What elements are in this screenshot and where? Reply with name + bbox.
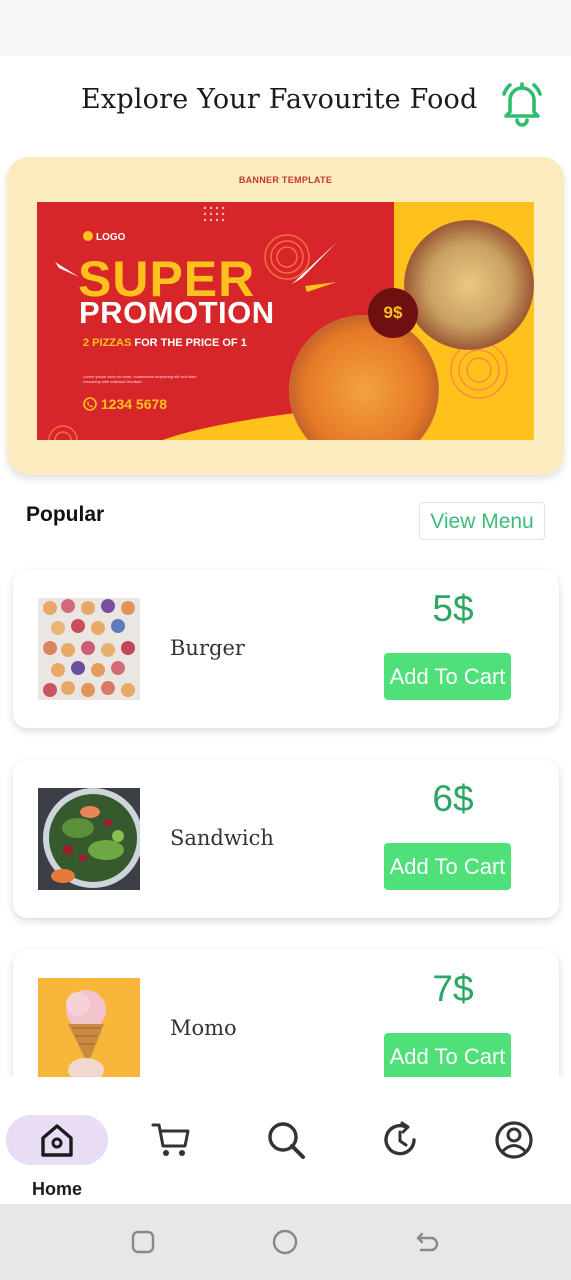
food-name: Burger [170,636,245,660]
food-name: Momo [170,1016,237,1040]
system-nav-bar [0,1204,571,1280]
food-price: 6$ [432,778,474,819]
phone-icon [83,397,97,411]
add-to-cart-button[interactable]: Add To Cart [384,1033,511,1077]
home-button-icon[interactable] [271,1228,299,1256]
recent-apps-icon[interactable] [129,1228,157,1256]
food-image [38,598,140,700]
food-name: Sandwich [170,826,274,850]
history-icon[interactable] [380,1120,420,1160]
search-icon[interactable] [266,1120,306,1160]
banner-small-text: Lorem ipsum dolor sit amet, consectetur … [83,374,197,384]
page-title: Explore Your Favourite Food [81,84,478,115]
banner-logo: LOGO [83,231,125,243]
food-price: 7$ [432,968,474,1009]
profile-icon[interactable] [494,1120,534,1160]
food-image [38,978,140,1077]
back-icon[interactable] [413,1228,441,1256]
food-card[interactable]: Sandwich 6$ Add To Cart [13,760,559,918]
pizza-image [404,220,534,350]
cart-icon[interactable] [151,1120,191,1160]
food-card[interactable]: Momo 7$ Add To Cart [13,950,559,1077]
status-bar [0,0,571,56]
bell-icon[interactable] [496,76,548,128]
promo-banner-card[interactable]: BANNER TEMPLATE LOGO SUPER PROMOTION 2 P… [7,157,564,475]
view-menu-button[interactable]: View Menu [419,502,545,540]
nav-label-home: Home [31,1179,82,1199]
price-badge: 9$ [368,288,418,338]
food-card[interactable]: Burger 5$ Add To Cart [13,570,559,728]
banner-headline-2: PROMOTION [79,295,275,330]
home-icon [41,1124,73,1157]
food-list[interactable]: Burger 5$ Add To Cart Sandwich 6$ Add To… [0,560,571,1077]
food-image [38,788,143,890]
app-header: Explore Your Favourite Food [0,56,571,156]
promo-banner-image: LOGO SUPER PROMOTION 2 PIZZAS FOR THE PR… [37,202,534,440]
banner-offer: 2 PIZZAS FOR THE PRICE OF 1 [83,337,247,349]
banner-label: BANNER TEMPLATE [238,175,333,185]
food-price: 5$ [432,588,474,629]
banner-phone: 1234 5678 [83,396,167,412]
popular-section-title: Popular [26,503,105,526]
add-to-cart-button[interactable]: Add To Cart [384,653,511,700]
add-to-cart-button[interactable]: Add To Cart [384,843,511,890]
bottom-nav: Home [0,1077,571,1204]
nav-item-home[interactable]: Home [0,1095,108,1199]
